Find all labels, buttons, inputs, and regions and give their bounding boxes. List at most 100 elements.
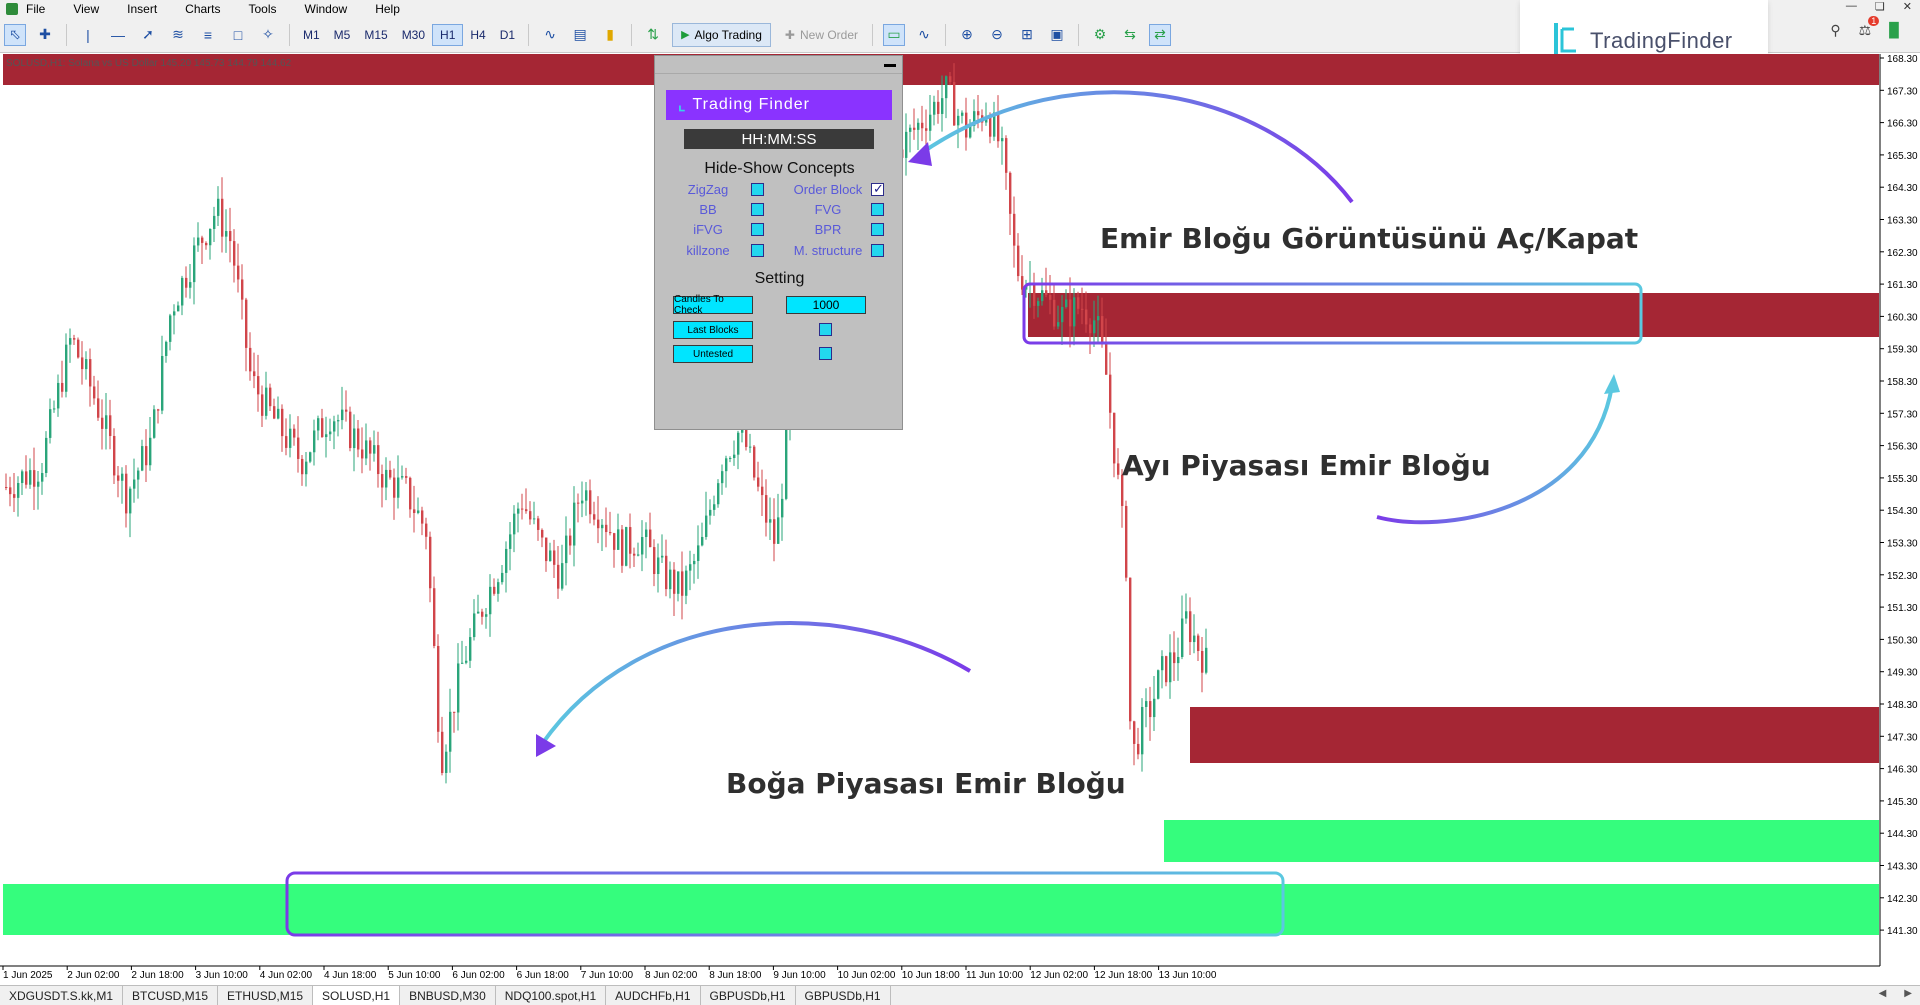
candle-body [557, 564, 560, 589]
screenshot-icon[interactable]: ▣ [1046, 24, 1068, 46]
timeframe-d1[interactable]: D1 [493, 24, 522, 46]
timeframe-m30[interactable]: M30 [395, 24, 432, 46]
panel-logo-text: Trading Finder [692, 96, 810, 113]
tab-xdgusdt[interactable]: XDGUSDT.S.kk,M1 [0, 986, 124, 1005]
settings-icon[interactable]: ⚙ [1089, 24, 1111, 46]
timeframe-m15[interactable]: M15 [357, 24, 394, 46]
crosshair-icon[interactable]: ✚ [34, 24, 56, 46]
candle-body [709, 509, 712, 516]
candle-body [1005, 138, 1008, 173]
tile-windows-icon[interactable]: ⊞ [1016, 24, 1038, 46]
tab-btcusd[interactable]: BTCUSD,M15 [123, 986, 219, 1005]
checkbox-zigzag[interactable] [751, 183, 764, 196]
market-watch-icon[interactable]: ⇅ [642, 24, 664, 46]
candle-body [1165, 656, 1168, 683]
minimize-window-icon[interactable]: — [1846, 0, 1857, 13]
candle-body [749, 446, 752, 448]
menu-file[interactable]: File [26, 2, 45, 16]
bull-arrow [540, 621, 972, 746]
tab-scroll-right-icon[interactable]: ▶ [1904, 988, 1912, 999]
indicators-icon[interactable]: ∿ [539, 24, 561, 46]
new-order-button[interactable]: ✚ New Order [785, 28, 858, 42]
checkbox-ifvg[interactable] [751, 223, 764, 236]
checkbox-last-blocks[interactable] [819, 323, 832, 336]
candle-body [721, 471, 724, 484]
price-label: 161.30 [1887, 280, 1918, 291]
timeframe-m1[interactable]: M1 [296, 24, 327, 46]
chart-canvas[interactable]: 168.30 167.30 166.30 165.30 164.30 163.30 162.… [0, 54, 1920, 984]
last-blocks-button[interactable]: Last Blocks [673, 321, 753, 339]
tab-scroll-left-icon[interactable]: ◀ [1879, 988, 1887, 999]
candle-body [1189, 611, 1192, 643]
timeframe-m5[interactable]: M5 [327, 24, 358, 46]
tab-ndq100[interactable]: NDQ100.spot,H1 [496, 986, 607, 1005]
shapes-icon[interactable]: □ [227, 24, 249, 46]
candles-to-check-button[interactable]: Candles To Check [673, 294, 753, 316]
restore-window-icon[interactable]: ❏ [1875, 0, 1885, 13]
price-label: 148.30 [1887, 700, 1918, 711]
candle-body [17, 483, 20, 498]
candle-body [1049, 294, 1052, 300]
menu-charts[interactable]: Charts [185, 2, 220, 16]
folder-icon[interactable]: ▮ [599, 24, 621, 46]
checkbox-m-structure[interactable] [871, 244, 884, 257]
candlestick-icon[interactable]: ▭ [883, 23, 905, 46]
cursor-icon[interactable]: ⬁ [4, 23, 26, 46]
menu-window[interactable]: Window [305, 2, 348, 16]
panel-minimize-icon[interactable] [884, 64, 896, 67]
candle-body [1073, 297, 1076, 327]
line-chart-icon[interactable]: ∿ [913, 24, 935, 46]
candles-to-check-input[interactable]: 1000 [786, 296, 866, 314]
candle-body [1197, 635, 1200, 651]
tab-audchfb[interactable]: AUDCHFb,H1 [606, 986, 701, 1005]
tab-solusd[interactable]: SOLUSD,H1 [313, 986, 401, 1005]
time-label: 12 Jun 02:00 [1030, 970, 1088, 981]
price-chart[interactable]: SOLUSD,H1: Solana vs US Dollar 145.20 14… [0, 54, 1920, 984]
concept-label-fvg: FVG [814, 202, 842, 217]
tab-gbpusdb-2[interactable]: GBPUSDb,H1 [796, 986, 891, 1005]
candle-body [397, 477, 400, 498]
candle-body [57, 382, 60, 409]
notifications-icon[interactable]: ⚖ 1 [1859, 16, 1880, 39]
symbol-info: SOLUSD,H1: Solana vs US Dollar 145.20 14… [6, 58, 292, 69]
candle-body [1089, 324, 1092, 334]
vertical-line-icon[interactable]: | [77, 24, 99, 46]
checkbox-killzone[interactable] [751, 244, 764, 257]
menu-view[interactable]: View [73, 2, 99, 16]
checkbox-fvg[interactable] [871, 203, 884, 216]
checkbox-untested[interactable] [819, 347, 832, 360]
candle-body [1013, 213, 1016, 246]
trendline-icon[interactable]: ➚ [137, 24, 159, 46]
candle-body [1145, 701, 1148, 707]
templates-icon[interactable]: ▤ [569, 24, 591, 46]
untested-button[interactable]: Untested [673, 345, 753, 363]
close-window-icon[interactable]: ✕ [1903, 0, 1912, 13]
fibonacci-icon[interactable]: ≡ [197, 24, 219, 46]
search-icon[interactable]: ⚲ [1830, 22, 1840, 39]
tab-bnbusd[interactable]: BNBUSD,M30 [400, 986, 496, 1005]
price-label: 145.30 [1887, 797, 1918, 808]
brand-name: TradingFinder [1590, 28, 1733, 53]
chart-shift-icon[interactable]: ⇄ [1149, 23, 1171, 46]
checkbox-order-block[interactable]: ✓ [871, 181, 884, 196]
menu-tools[interactable]: Tools [249, 2, 277, 16]
menu-insert[interactable]: Insert [127, 2, 157, 16]
timeframe-h4[interactable]: H4 [463, 24, 492, 46]
zoom-out-icon[interactable]: ⊖ [986, 24, 1008, 46]
zoom-in-icon[interactable]: ⊕ [956, 24, 978, 46]
tab-gbpusdb-1[interactable]: GBPUSDb,H1 [701, 986, 796, 1005]
checkbox-bb[interactable] [751, 203, 764, 216]
candle-body [561, 563, 564, 589]
menu-help[interactable]: Help [375, 2, 400, 16]
autoscroll-icon[interactable]: ⇆ [1119, 24, 1141, 46]
channel-icon[interactable]: ≋ [167, 24, 189, 46]
bull-order-block-right [1164, 820, 1879, 862]
horizontal-line-icon[interactable]: — [107, 24, 129, 46]
timeframe-h1[interactable]: H1 [432, 23, 464, 46]
panel-titlebar[interactable] [655, 56, 902, 74]
algo-trading-button[interactable]: ▶ Algo Trading [672, 22, 771, 47]
checkbox-bpr[interactable] [871, 223, 884, 236]
candle-body [669, 569, 672, 590]
tab-ethusd[interactable]: ETHUSD,M15 [218, 986, 314, 1005]
objects-icon[interactable]: ✧ [257, 24, 279, 46]
